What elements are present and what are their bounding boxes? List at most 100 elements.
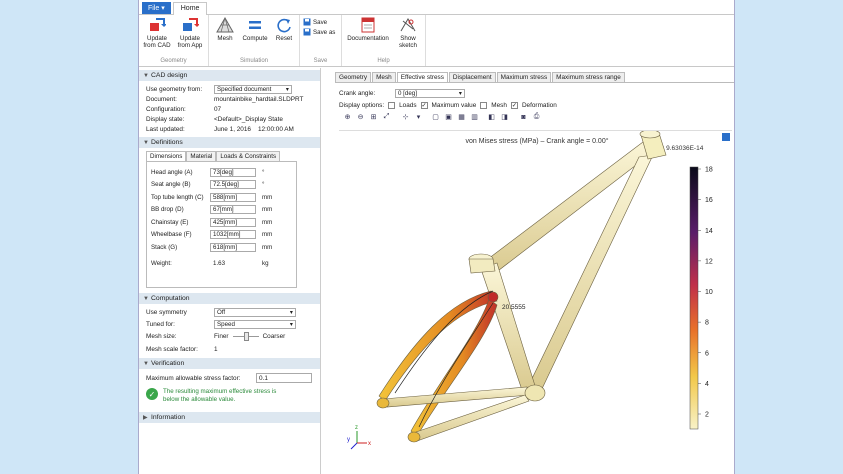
dimension-input[interactable]: 425[mm] xyxy=(210,217,256,227)
update-app-icon xyxy=(181,17,199,33)
documentation-button[interactable]: Documentation xyxy=(345,17,391,42)
max-stress-input[interactable]: 0.1 xyxy=(256,373,312,383)
settings-pane: ▼ CAD design Use geometry from: Specifie… xyxy=(139,68,321,474)
tab-home[interactable]: Home xyxy=(172,2,208,15)
save-as-label: Save as xyxy=(313,28,336,36)
maximum-value-checkbox[interactable]: ✓ xyxy=(420,101,428,109)
dimension-input[interactable]: 73[deg] xyxy=(210,167,256,177)
zoom-in-icon[interactable]: ⊕ xyxy=(343,113,352,122)
mesh-size-slider[interactable] xyxy=(232,332,259,341)
transparency-icon[interactable]: ◨ xyxy=(500,113,509,122)
loads-label: Loads xyxy=(399,101,417,109)
collapse-icon: ▼ xyxy=(143,360,149,367)
tab-loads-constraints[interactable]: Loads & Constraints xyxy=(216,151,281,161)
view-front-icon[interactable]: ▢ xyxy=(431,113,440,122)
expand-icon: ▶ xyxy=(143,415,148,421)
deformation-checkbox[interactable]: ✓ xyxy=(510,101,518,109)
dimension-row: Head angle (A) 73[deg] ° xyxy=(151,166,292,179)
mesh-button[interactable]: Mesh xyxy=(212,17,238,42)
dimension-row: Top tube length (C) 588[mm] mm xyxy=(151,191,292,204)
max-stress-row: Maximum allowable stress factor: 0.1 xyxy=(139,371,320,385)
dimension-input[interactable]: 588[mm] xyxy=(210,192,256,202)
tab-displacement[interactable]: Displacement xyxy=(448,72,496,82)
tuned-label: Tuned for: xyxy=(146,320,175,328)
dimension-input[interactable]: 72.5[deg] xyxy=(210,180,256,190)
dimension-label: Seat angle (B) xyxy=(151,181,191,189)
dimension-input[interactable]: 1032[mm] xyxy=(210,230,256,240)
loads-checkbox[interactable] xyxy=(388,101,396,109)
dimension-label: Chainstay (E) xyxy=(151,218,189,226)
save-button[interactable]: Save xyxy=(303,18,338,26)
dimension-input[interactable]: 67[mm] xyxy=(210,205,256,215)
save-as-button[interactable]: Save as xyxy=(303,28,338,36)
reset-icon xyxy=(275,17,293,33)
tab-material[interactable]: Material xyxy=(186,151,217,161)
dimension-row: Chainstay (E) 425[mm] mm xyxy=(151,216,292,229)
graphics-canvas[interactable]: von Mises stress (MPa) – Crank angle = 0… xyxy=(339,129,732,474)
dimension-label: Top tube length (C) xyxy=(151,193,204,201)
chevron-down-icon[interactable]: ▾ xyxy=(414,113,423,122)
view-grid-icon[interactable]: ▦ xyxy=(457,113,466,122)
axis-triad: y z x xyxy=(347,425,371,450)
print-icon[interactable]: ⎙ xyxy=(532,113,541,122)
weight-label: Weight: xyxy=(151,260,172,268)
show-sketch-button[interactable]: Show sketch xyxy=(394,17,422,49)
tab-maximum-stress-range[interactable]: Maximum stress range xyxy=(552,72,625,82)
dimension-label: Wheelbase (F) xyxy=(151,231,192,239)
information-header[interactable]: ▶ Information xyxy=(139,412,320,423)
verification-header[interactable]: ▼ Verification xyxy=(139,358,320,369)
finer-label: Finer xyxy=(214,333,229,340)
configuration-row: Configuration: 07 xyxy=(139,104,320,114)
chevron-down-icon: ▾ xyxy=(285,85,289,93)
crank-select[interactable]: 0 [deg] ▾ xyxy=(395,88,465,98)
deformation-label: Deformation xyxy=(521,101,557,109)
view-wireframe-icon[interactable]: ▥ xyxy=(470,113,479,122)
symmetry-row: Use symmetry Off ▾ xyxy=(139,306,320,318)
tab-dimensions[interactable]: Dimensions xyxy=(146,151,187,161)
definitions-title: Definitions xyxy=(151,139,183,146)
tab-geometry[interactable]: Geometry xyxy=(335,72,372,82)
zoom-out-icon[interactable]: ⊖ xyxy=(356,113,365,122)
crank-value: 0 [deg] xyxy=(398,89,417,97)
tab-maximum-stress[interactable]: Maximum stress xyxy=(496,72,552,82)
tab-mesh[interactable]: Mesh xyxy=(372,72,396,82)
plot-settings-icon[interactable] xyxy=(722,133,730,141)
tuned-row: Tuned for: Speed ▾ xyxy=(139,318,320,330)
slider-handle[interactable] xyxy=(243,332,249,341)
symmetry-select[interactable]: Off ▾ xyxy=(214,307,296,317)
application-window: File ▾ Home Update from CAD Update from … xyxy=(138,0,735,474)
zoom-box-icon[interactable]: ⊞ xyxy=(369,113,378,122)
max-value-annotation: 20.5555 xyxy=(502,304,526,311)
tab-effective-stress[interactable]: Effective stress xyxy=(396,72,448,82)
dimension-input[interactable]: 618[mm] xyxy=(210,242,256,252)
cad-design-header[interactable]: ▼ CAD design xyxy=(139,70,320,81)
last-updated-date: June 1, 2016 xyxy=(214,125,251,133)
reset-button[interactable]: Reset xyxy=(272,17,296,42)
zoom-extents-icon[interactable]: ⤢ xyxy=(382,113,391,122)
tuned-select[interactable]: Speed ▾ xyxy=(214,319,296,329)
scene-light-icon[interactable]: ◧ xyxy=(487,113,496,122)
update-from-app-button[interactable]: Update from App xyxy=(175,17,205,49)
mesh-size-label: Mesh size: xyxy=(146,333,177,340)
configuration-value: 07 xyxy=(214,105,222,113)
symmetry-value: Off xyxy=(217,308,226,316)
camera-icon[interactable]: ◙ xyxy=(519,113,528,122)
colorbar: 18 16 14 12 10 8 6 4 2 xyxy=(689,167,713,430)
colorbar-tick-label: 4 xyxy=(705,381,709,388)
update-from-cad-button[interactable]: Update from CAD xyxy=(142,17,172,49)
use-geometry-select[interactable]: Specified document ▾ xyxy=(214,84,292,94)
compute-button[interactable]: Compute xyxy=(241,17,269,42)
message-line-1: The resulting maximum effective stress i… xyxy=(163,388,277,395)
mesh-label: Mesh xyxy=(217,35,233,42)
mesh-checkbox[interactable] xyxy=(480,101,488,109)
colorbar-tick-label: 14 xyxy=(705,228,713,235)
file-menu-button[interactable]: File ▾ xyxy=(142,2,171,14)
update-cad-icon xyxy=(148,17,166,33)
computation-title: Computation xyxy=(151,295,190,302)
display-options-label: Display options: xyxy=(339,101,385,109)
axis-orientation-icon[interactable]: ⊹ xyxy=(401,113,410,122)
view-side-icon[interactable]: ▣ xyxy=(444,113,453,122)
display-state-row: Display state: <Default>_Display State xyxy=(139,114,320,124)
definitions-header[interactable]: ▼ Definitions xyxy=(139,137,320,148)
computation-header[interactable]: ▼ Computation xyxy=(139,293,320,304)
